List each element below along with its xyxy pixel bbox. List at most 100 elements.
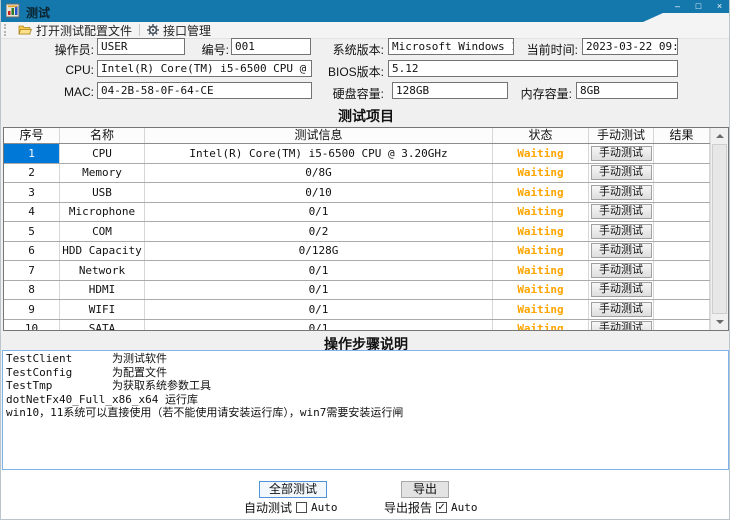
cell-info[interactable]: 0/1 bbox=[145, 320, 493, 331]
cell-name[interactable]: SATA bbox=[60, 320, 145, 331]
cell-name[interactable]: USB bbox=[60, 183, 145, 202]
cell-name[interactable]: HDD Capacity bbox=[60, 242, 145, 261]
current-time-label: 当前时间: bbox=[518, 41, 578, 58]
test-items-table: 序号名称测试信息状态手动测试结果 1CPUIntel(R) Core(TM) i… bbox=[3, 127, 729, 331]
cpu-field[interactable]: Intel(R) Core(TM) i5-6500 CPU @ 3.20GHz bbox=[97, 60, 312, 77]
cell-result[interactable] bbox=[654, 144, 710, 163]
gear-icon bbox=[147, 24, 159, 36]
window-title: 测试 bbox=[26, 4, 50, 21]
cell-manual-test: 手动测试 bbox=[589, 222, 654, 241]
table-row: 6HDD Capacity0/128GWaiting手动测试 bbox=[4, 242, 710, 262]
open-config-button[interactable]: 打开测试配置文件 bbox=[13, 22, 137, 38]
export-button[interactable]: 导出 bbox=[401, 481, 449, 498]
maximize-icon[interactable]: □ bbox=[692, 1, 705, 12]
cell-status[interactable]: Waiting bbox=[493, 222, 589, 241]
table-row: 1CPUIntel(R) Core(TM) i5-6500 CPU @ 3.20… bbox=[4, 144, 710, 164]
cell-result[interactable] bbox=[654, 242, 710, 261]
cell-result[interactable] bbox=[654, 203, 710, 222]
manual-test-button[interactable]: 手动测试 bbox=[591, 243, 652, 258]
cell-result[interactable] bbox=[654, 261, 710, 280]
cell-name[interactable]: COM bbox=[60, 222, 145, 241]
cell-result[interactable] bbox=[654, 300, 710, 319]
manual-test-button[interactable]: 手动测试 bbox=[591, 321, 652, 330]
cell-info[interactable]: 0/1 bbox=[145, 203, 493, 222]
cell-status[interactable]: Waiting bbox=[493, 281, 589, 300]
cell-status[interactable]: Waiting bbox=[493, 183, 589, 202]
table-row: 3USB0/10Waiting手动测试 bbox=[4, 183, 710, 203]
cell-no[interactable]: 3 bbox=[4, 183, 60, 202]
cell-result[interactable] bbox=[654, 183, 710, 202]
manual-test-button[interactable]: 手动测试 bbox=[591, 165, 652, 180]
cell-info[interactable]: 0/8G bbox=[145, 164, 493, 183]
export-report-checkbox[interactable] bbox=[436, 502, 447, 513]
scroll-down-icon[interactable] bbox=[711, 314, 728, 330]
table-row: 8HDMI0/1Waiting手动测试 bbox=[4, 281, 710, 301]
cell-result[interactable] bbox=[654, 164, 710, 183]
scroll-up-icon[interactable] bbox=[711, 128, 728, 144]
operator-field[interactable]: USER bbox=[97, 38, 185, 55]
number-field[interactable]: 001 bbox=[231, 38, 311, 55]
hdd-capacity-field[interactable]: 128GB bbox=[392, 82, 508, 99]
bios-version-label: BIOS版本: bbox=[324, 63, 384, 80]
cell-no[interactable]: 9 bbox=[4, 300, 60, 319]
cell-no[interactable]: 10 bbox=[4, 320, 60, 331]
cell-info[interactable]: 0/1 bbox=[145, 261, 493, 280]
hdd-capacity-label: 硬盘容量: bbox=[324, 85, 384, 102]
interface-mgmt-button[interactable]: 接口管理 bbox=[142, 22, 216, 38]
cell-no[interactable]: 4 bbox=[4, 203, 60, 222]
cell-status[interactable]: Waiting bbox=[493, 261, 589, 280]
cell-result[interactable] bbox=[654, 222, 710, 241]
cell-status[interactable]: Waiting bbox=[493, 144, 589, 163]
cell-name[interactable]: HDMI bbox=[60, 281, 145, 300]
cell-info[interactable]: 0/10 bbox=[145, 183, 493, 202]
cell-result[interactable] bbox=[654, 281, 710, 300]
cell-name[interactable]: CPU bbox=[60, 144, 145, 163]
cell-name[interactable]: Network bbox=[60, 261, 145, 280]
cell-info[interactable]: 0/128G bbox=[145, 242, 493, 261]
cell-status[interactable]: Waiting bbox=[493, 300, 589, 319]
cell-info[interactable]: Intel(R) Core(TM) i5-6500 CPU @ 3.20GHz bbox=[145, 144, 493, 163]
os-version-field[interactable]: Microsoft Windows 10 专 bbox=[388, 38, 514, 55]
cell-info[interactable]: 0/1 bbox=[145, 300, 493, 319]
test-all-button[interactable]: 全部测试 bbox=[259, 481, 327, 498]
scrollbar-thumb[interactable] bbox=[712, 144, 727, 314]
manual-test-button[interactable]: 手动测试 bbox=[591, 282, 652, 297]
manual-test-button[interactable]: 手动测试 bbox=[591, 263, 652, 278]
minimize-icon[interactable]: – bbox=[671, 1, 684, 12]
column-header: 名称 bbox=[60, 128, 145, 143]
cell-no[interactable]: 7 bbox=[4, 261, 60, 280]
manual-test-button[interactable]: 手动测试 bbox=[591, 204, 652, 219]
manual-test-button[interactable]: 手动测试 bbox=[591, 302, 652, 317]
manual-test-button[interactable]: 手动测试 bbox=[591, 146, 652, 161]
mac-field[interactable]: 04-2B-58-0F-64-CE bbox=[97, 82, 312, 99]
cell-no[interactable]: 5 bbox=[4, 222, 60, 241]
cell-name[interactable]: WIFI bbox=[60, 300, 145, 319]
export-report-checkbox-label: Auto bbox=[451, 501, 478, 514]
bios-version-field[interactable]: 5.12 bbox=[388, 60, 678, 77]
close-icon[interactable]: × bbox=[713, 1, 726, 12]
manual-test-button[interactable]: 手动测试 bbox=[591, 185, 652, 200]
ram-capacity-field[interactable]: 8GB bbox=[576, 82, 678, 99]
auto-test-label: 自动测试 bbox=[244, 499, 292, 516]
auto-test-checkbox[interactable] bbox=[296, 502, 307, 513]
cell-status[interactable]: Waiting bbox=[493, 164, 589, 183]
cell-status[interactable]: Waiting bbox=[493, 242, 589, 261]
manual-test-button[interactable]: 手动测试 bbox=[591, 224, 652, 239]
cell-name[interactable]: Microphone bbox=[60, 203, 145, 222]
steps-textbox[interactable]: TestClient 为测试软件 TestConfig 为配置文件 TestTm… bbox=[2, 350, 729, 470]
export-report-group: 导出报告 Auto bbox=[384, 499, 478, 516]
current-time-field[interactable]: 2023-03-22 09:20:26 bbox=[582, 38, 678, 55]
cell-manual-test: 手动测试 bbox=[589, 242, 654, 261]
cell-info[interactable]: 0/1 bbox=[145, 281, 493, 300]
cell-result[interactable] bbox=[654, 320, 710, 331]
table-scrollbar[interactable] bbox=[710, 128, 728, 330]
cell-status[interactable]: Waiting bbox=[493, 320, 589, 331]
cell-name[interactable]: Memory bbox=[60, 164, 145, 183]
cell-info[interactable]: 0/2 bbox=[145, 222, 493, 241]
cell-no[interactable]: 2 bbox=[4, 164, 60, 183]
cell-no[interactable]: 1 bbox=[4, 144, 60, 163]
cell-no[interactable]: 8 bbox=[4, 281, 60, 300]
cell-no[interactable]: 6 bbox=[4, 242, 60, 261]
cell-manual-test: 手动测试 bbox=[589, 144, 654, 163]
cell-status[interactable]: Waiting bbox=[493, 203, 589, 222]
